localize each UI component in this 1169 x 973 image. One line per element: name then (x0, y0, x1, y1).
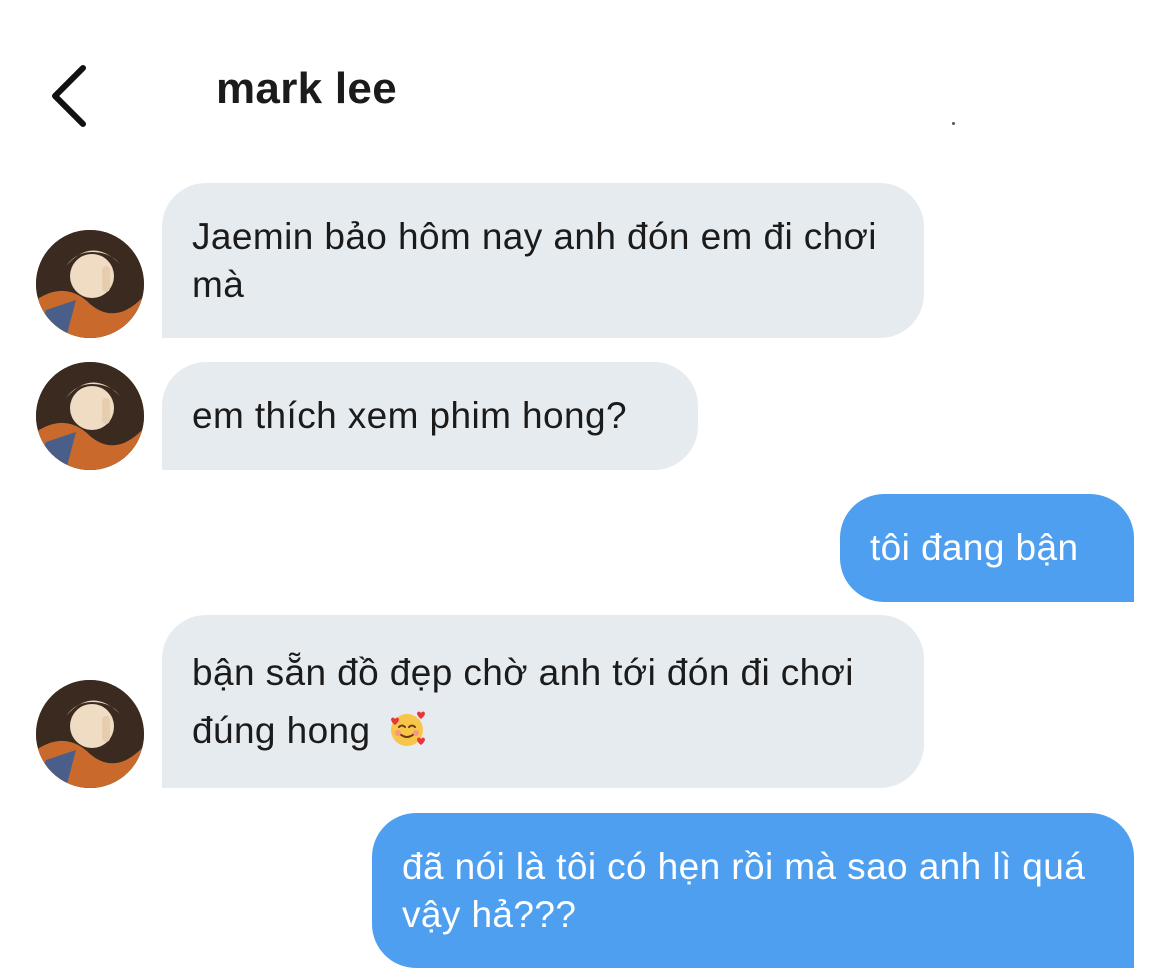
divider-dot (952, 122, 955, 125)
message-text: đã nói là tôi có hẹn rồi mà sao anh lì q… (402, 845, 1086, 935)
chat-screen: mark lee Jaemin bảo hôm nay anh đón em đ… (0, 0, 1169, 973)
message-text: em thích xem phim hong? (192, 395, 627, 436)
contact-avatar[interactable] (36, 362, 144, 470)
message-bubble-outgoing[interactable]: tôi đang bận (840, 494, 1134, 602)
message-bubble-incoming[interactable]: Jaemin bảo hôm nay anh đón em đi chơi mà (162, 183, 924, 338)
message-text: Jaemin bảo hôm nay anh đón em đi chơi mà (192, 215, 877, 305)
message-text: bận sẵn đồ đẹp chờ anh tới đón đi chơi đ… (192, 651, 854, 751)
message-text: tôi đang bận (870, 527, 1079, 568)
message-content: bận sẵn đồ đẹp chờ anh tới đón đi chơi đ… (192, 644, 882, 760)
message-bubble-outgoing[interactable]: đã nói là tôi có hẹn rồi mà sao anh lì q… (372, 813, 1134, 968)
avatar-photo (36, 680, 144, 788)
smiling-face-with-hearts-icon (391, 711, 426, 746)
contact-avatar[interactable] (36, 680, 144, 788)
chevron-left-icon (52, 65, 86, 127)
message-bubble-incoming[interactable]: em thích xem phim hong? (162, 362, 698, 470)
back-button[interactable] (34, 56, 104, 136)
avatar-photo (36, 230, 144, 338)
contact-name[interactable]: mark lee (216, 64, 397, 114)
message-bubble-incoming[interactable]: bận sẵn đồ đẹp chờ anh tới đón đi chơi đ… (162, 615, 924, 788)
contact-avatar[interactable] (36, 230, 144, 338)
avatar-photo (36, 362, 144, 470)
